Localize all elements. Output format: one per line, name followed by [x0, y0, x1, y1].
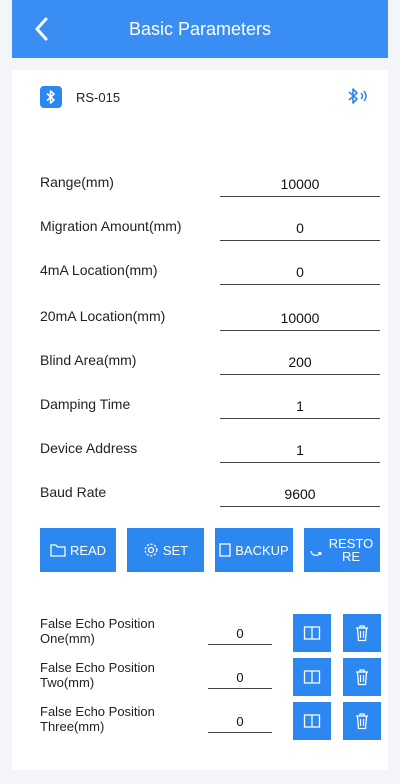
- page-title: Basic Parameters: [128, 18, 272, 39]
- param-label: 4mA Location(mm): [40, 262, 158, 278]
- param-label: Range(mm): [40, 174, 114, 190]
- param-row-migration: Migration Amount(mm): [40, 216, 380, 241]
- restore-label: RESTORE: [328, 536, 374, 564]
- damping-time-input[interactable]: [220, 394, 380, 419]
- param-label: Baud Rate: [40, 484, 107, 500]
- trash-icon: [356, 713, 368, 730]
- bluetooth-icon: [40, 86, 62, 108]
- false-echo-three-input[interactable]: [208, 710, 272, 733]
- chevron-left-icon: [35, 17, 48, 41]
- param-label: 20mA Location(mm): [40, 308, 166, 324]
- refresh-icon: [309, 543, 323, 557]
- param-row-4ma: 4mA Location(mm): [40, 260, 380, 285]
- false-echo-label: False Echo Position Three(mm): [40, 704, 155, 734]
- range-input[interactable]: [220, 172, 380, 197]
- param-row-20ma: 20mA Location(mm): [40, 306, 380, 331]
- blind-area-input[interactable]: [220, 350, 380, 375]
- trash-icon: [356, 625, 368, 642]
- false-echo-label: False Echo Position One(mm): [40, 616, 155, 646]
- false-echo-row-three: False Echo Position Three(mm): [40, 700, 385, 750]
- false-echo-two-input[interactable]: [208, 666, 272, 689]
- false-echo-row-one: False Echo Position One(mm): [40, 612, 385, 662]
- book-icon: [303, 626, 321, 640]
- false-echo-label: False Echo Position Two(mm): [40, 660, 155, 690]
- false-echo-three-delete-button[interactable]: [343, 702, 381, 740]
- 4ma-location-input[interactable]: [220, 260, 380, 285]
- param-row-blind-area: Blind Area(mm): [40, 350, 380, 375]
- false-echo-two-delete-button[interactable]: [343, 658, 381, 696]
- trash-icon: [356, 669, 368, 686]
- set-label: SET: [162, 542, 189, 558]
- restore-button[interactable]: RESTORE: [304, 528, 380, 572]
- book-icon: [303, 670, 321, 684]
- false-echo-one-book-button[interactable]: [293, 614, 331, 652]
- param-label: Blind Area(mm): [40, 352, 137, 368]
- param-label: Migration Amount(mm): [40, 218, 182, 234]
- false-echo-three-book-button[interactable]: [293, 702, 331, 740]
- param-row-damping: Damping Time: [40, 394, 380, 419]
- device-name: RS-015: [76, 89, 121, 105]
- param-row-address: Device Address: [40, 438, 380, 463]
- device-info: RS-015: [40, 86, 120, 108]
- baud-rate-input[interactable]: [220, 482, 380, 507]
- read-button[interactable]: READ: [40, 528, 116, 572]
- param-label: Device Address: [40, 440, 138, 456]
- false-echo-row-two: False Echo Position Two(mm): [40, 656, 385, 706]
- file-icon: [219, 543, 231, 557]
- folder-icon: [50, 543, 66, 557]
- device-address-input[interactable]: [220, 438, 380, 463]
- read-label: READ: [69, 542, 107, 558]
- book-icon: [303, 714, 321, 728]
- action-buttons: READ SET BACKUP RESTORE: [40, 528, 380, 572]
- false-echo-one-input[interactable]: [208, 622, 272, 645]
- backup-button[interactable]: BACKUP: [215, 528, 293, 572]
- param-row-baud: Baud Rate: [40, 482, 380, 507]
- back-button[interactable]: [30, 14, 52, 44]
- false-echo-two-book-button[interactable]: [293, 658, 331, 696]
- parameters-card: RS-015 Range(mm) Migration Amount(mm) 4m…: [12, 70, 388, 770]
- backup-label: BACKUP: [235, 542, 289, 558]
- false-echo-one-delete-button[interactable]: [343, 614, 381, 652]
- gear-icon: [143, 542, 159, 558]
- app-header: Basic Parameters: [12, 0, 388, 58]
- param-row-range: Range(mm): [40, 172, 380, 197]
- bluetooth-connected-icon[interactable]: [346, 86, 370, 113]
- set-button[interactable]: SET: [127, 528, 204, 572]
- 20ma-location-input[interactable]: [220, 306, 380, 331]
- param-label: Damping Time: [40, 396, 131, 412]
- migration-amount-input[interactable]: [220, 216, 380, 241]
